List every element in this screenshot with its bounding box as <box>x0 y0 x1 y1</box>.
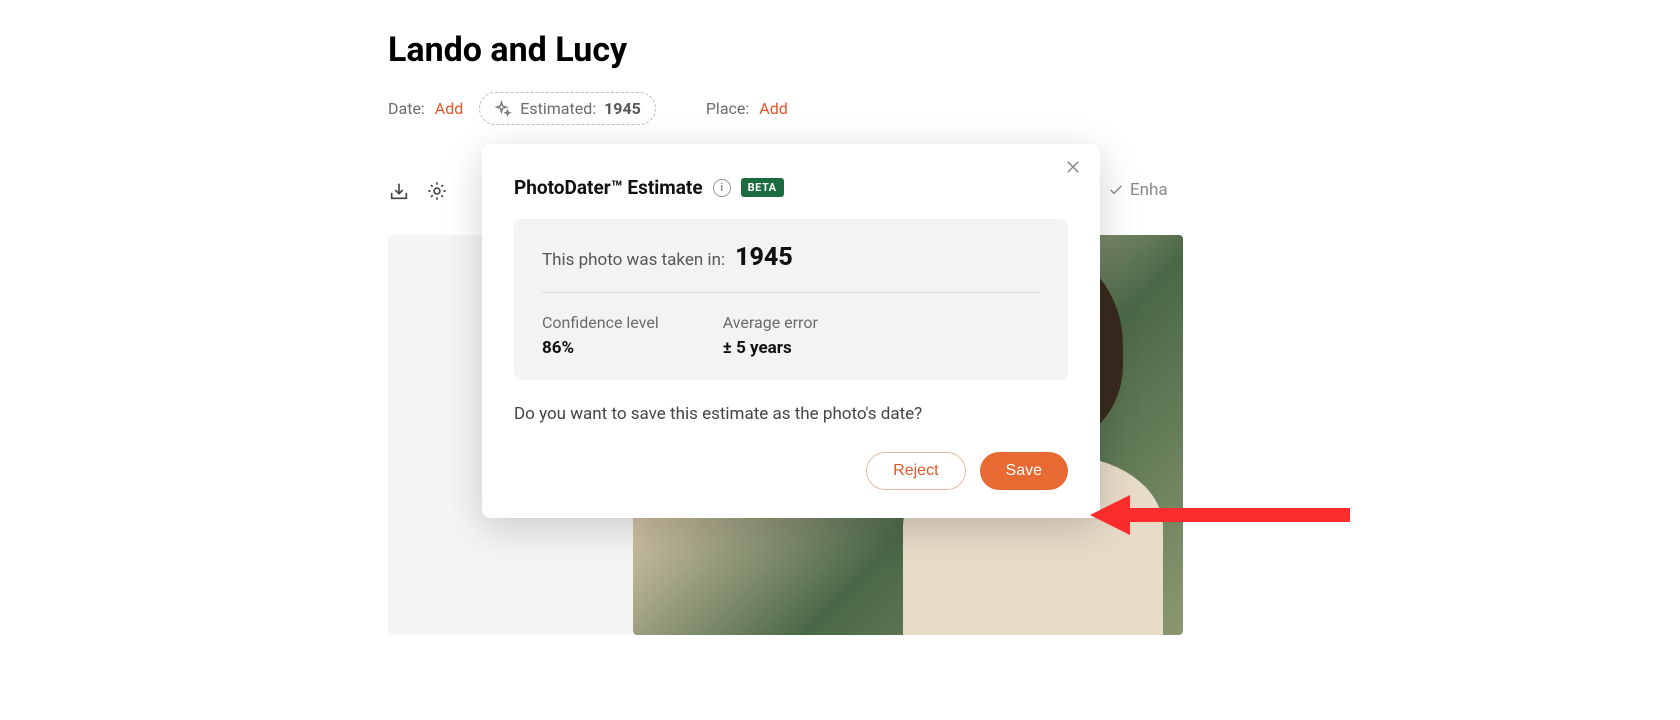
check-icon <box>1108 182 1124 198</box>
gear-icon[interactable] <box>426 180 448 202</box>
beta-badge: BETA <box>741 178 784 197</box>
annotation-arrow <box>1090 490 1350 540</box>
enhance-label: Enha <box>1130 180 1168 200</box>
info-icon[interactable]: i <box>713 179 731 197</box>
error-block: Average error ± 5 years <box>723 313 818 358</box>
meta-row: Date: Add Estimated: 1945 Place: Add <box>388 92 1288 125</box>
add-date-link[interactable]: Add <box>435 99 463 118</box>
estimated-prefix: Estimated: <box>520 99 596 118</box>
save-prompt: Do you want to save this estimate as the… <box>514 404 1068 424</box>
reject-button[interactable]: Reject <box>866 452 965 490</box>
confidence-value: 86% <box>542 338 659 358</box>
toolbar <box>388 180 448 202</box>
estimated-year: 1945 <box>604 99 641 118</box>
place-label: Place: <box>706 99 749 118</box>
page-title: Lando and Lucy <box>388 30 1288 70</box>
download-icon[interactable] <box>388 180 410 202</box>
add-place-link[interactable]: Add <box>759 99 787 118</box>
sparkle-icon <box>494 100 512 118</box>
close-icon[interactable] <box>1064 158 1082 176</box>
photodater-popup: PhotoDater™ Estimate i BETA This photo w… <box>482 144 1100 518</box>
estimated-chip[interactable]: Estimated: 1945 <box>479 92 656 125</box>
taken-year: 1945 <box>735 243 793 272</box>
date-label: Date: <box>388 99 425 118</box>
enhance-pill[interactable]: Enha <box>1108 180 1168 200</box>
confidence-label: Confidence level <box>542 313 659 332</box>
save-button[interactable]: Save <box>980 452 1068 490</box>
error-label: Average error <box>723 313 818 332</box>
error-value: ± 5 years <box>723 338 818 358</box>
popup-title: PhotoDater™ Estimate <box>514 176 703 199</box>
confidence-block: Confidence level 86% <box>542 313 659 358</box>
taken-label: This photo was taken in: <box>542 250 725 270</box>
estimate-panel: This photo was taken in: 1945 Confidence… <box>514 219 1068 380</box>
